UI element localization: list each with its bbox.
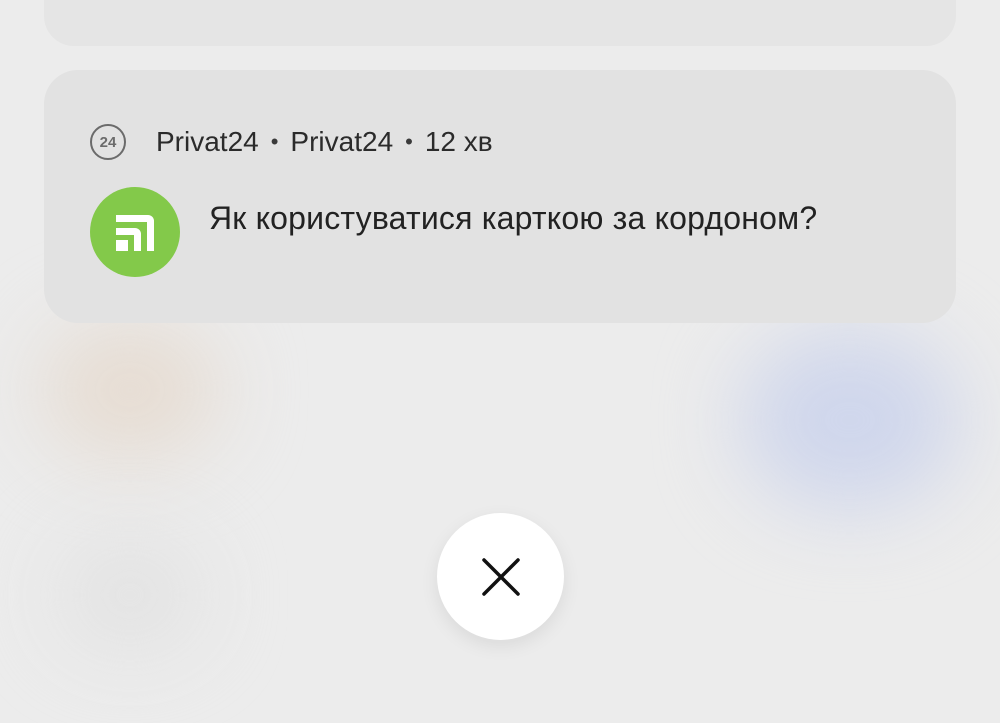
notification-time: 12 хв	[424, 126, 493, 157]
app-badge-icon: 24	[90, 124, 126, 160]
close-icon	[481, 557, 520, 596]
privat24-logo-icon	[90, 187, 180, 277]
separator-dot: •	[270, 129, 279, 154]
notification-header: 24 Privat24 • Privat24 • 12 хв	[90, 122, 493, 162]
background-blur	[60, 540, 200, 650]
background-blur	[740, 330, 960, 510]
channel-name: Privat24	[290, 126, 394, 157]
notification-card[interactable]: 24 Privat24 • Privat24 • 12 хв Як корист…	[44, 70, 956, 323]
notification-message: Як користуватися карткою за кордоном?	[209, 200, 818, 236]
background-blur	[40, 320, 220, 460]
close-button[interactable]	[437, 513, 564, 640]
previous-notification-card[interactable]	[44, 0, 956, 46]
separator-dot: •	[405, 129, 413, 154]
app-name: Privat24	[156, 126, 259, 157]
